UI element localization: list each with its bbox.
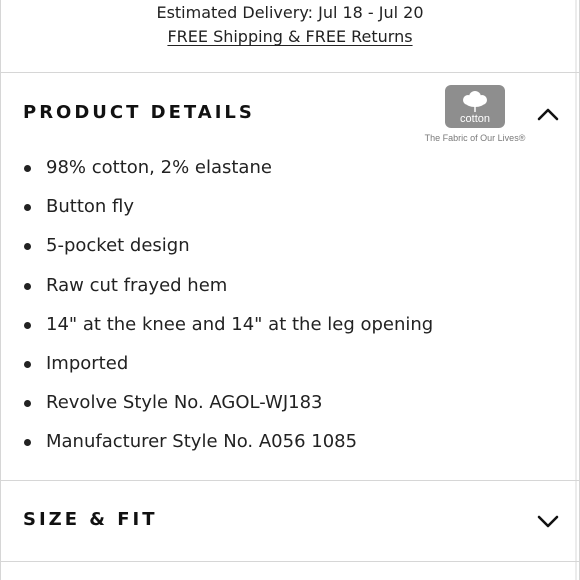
bullet-icon [24, 360, 31, 368]
divider-bottom [0, 561, 580, 562]
bullet-icon [24, 321, 31, 329]
chevron-down-icon[interactable] [536, 513, 560, 529]
list-item: Imported [0, 348, 580, 387]
list-item: 98% cotton, 2% elastane [0, 152, 580, 191]
free-shipping-returns-link[interactable]: FREE Shipping & FREE Returns [167, 27, 412, 46]
list-item: 14" at the knee and 14" at the leg openi… [0, 309, 580, 348]
size-fit-title: SIZE & FIT [23, 509, 158, 530]
cotton-tagline: The Fabric of Our Lives® [424, 133, 526, 143]
bullet-icon [24, 400, 31, 408]
bullet-icon [24, 282, 31, 290]
bullet-icon [24, 204, 31, 212]
cotton-boll-icon: cotton [460, 91, 490, 125]
cotton-wordmark: cotton [460, 113, 490, 125]
list-item: Button fly [0, 191, 580, 230]
bullet-icon [24, 243, 31, 251]
estimated-delivery: Estimated Delivery: Jul 18 - Jul 20 [156, 3, 424, 22]
list-item: Raw cut frayed hem [0, 270, 580, 309]
product-details-list: 98% cotton, 2% elastane Button fly 5-poc… [0, 152, 580, 466]
cotton-logo-mark: cotton [445, 85, 505, 128]
product-details-title: PRODUCT DETAILS [23, 102, 255, 123]
chevron-up-icon[interactable] [536, 106, 560, 122]
list-item: 5-pocket design [0, 230, 580, 269]
shipping-returns: FREE Shipping & FREE Returns [0, 26, 580, 48]
bullet-icon [24, 165, 31, 172]
list-item: Manufacturer Style No. A056 1085 [0, 426, 580, 465]
cotton-logo: cotton The Fabric of Our Lives® [422, 85, 528, 147]
bullet-icon [24, 439, 31, 447]
list-item: Revolve Style No. AGOL-WJ183 [0, 387, 580, 426]
